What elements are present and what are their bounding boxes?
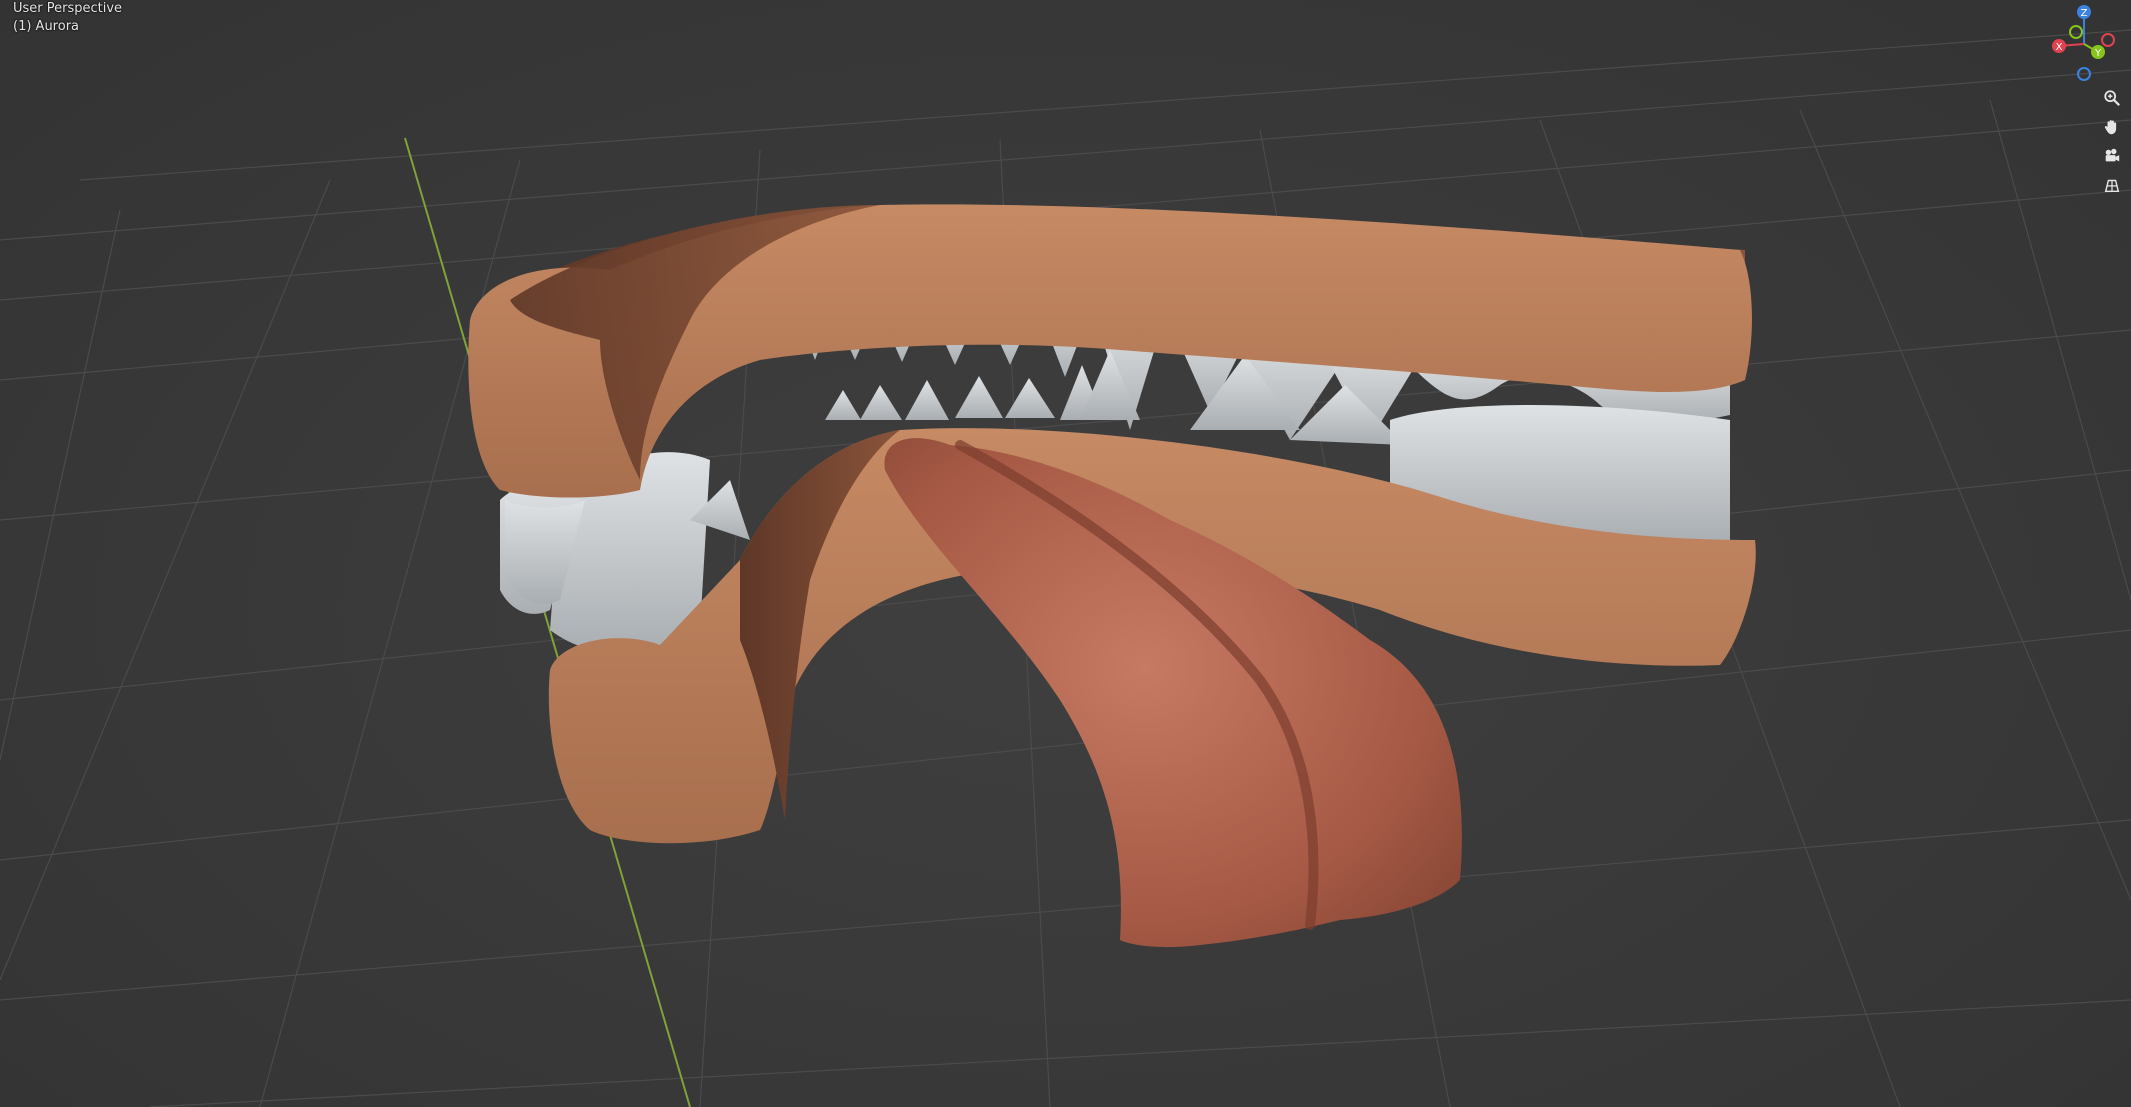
svg-text:X: X: [2056, 42, 2063, 53]
svg-text:Y: Y: [2094, 48, 2102, 59]
3d-viewport[interactable]: User Perspective (1) Aurora Z Y X: [0, 0, 2131, 1107]
pan-button[interactable]: [2098, 113, 2126, 141]
ortho-toggle-button[interactable]: [2098, 171, 2126, 199]
svg-text:Z: Z: [2081, 8, 2088, 19]
active-object-label: (1) Aurora: [13, 19, 80, 34]
grid-icon: [2104, 179, 2120, 193]
zoom-button[interactable]: [2098, 84, 2126, 112]
viewport-scene[interactable]: [0, 0, 2131, 1107]
view-name-label: User Perspective: [13, 1, 123, 16]
gizmo-neg-x[interactable]: [2101, 33, 2115, 47]
camera-view-button[interactable]: [2098, 142, 2126, 170]
gizmo-neg-z[interactable]: [2077, 67, 2091, 81]
zoom-icon: [2104, 90, 2120, 106]
gizmo-neg-y[interactable]: [2069, 25, 2083, 39]
hand-icon: [2104, 120, 2117, 135]
navigation-gizmo[interactable]: Z Y X: [2040, 4, 2120, 84]
camera-icon: [2105, 148, 2120, 162]
